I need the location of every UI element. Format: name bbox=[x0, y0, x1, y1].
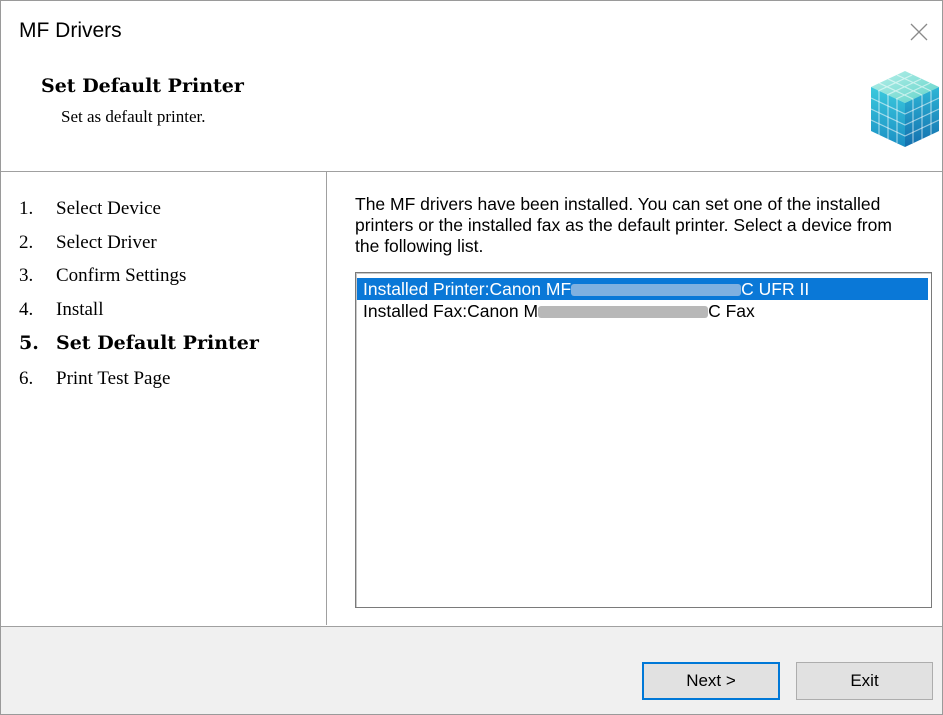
device-item-printer[interactable]: Installed Printer:Canon MF C UFR II bbox=[357, 278, 928, 300]
device-list[interactable]: Installed Printer:Canon MF C UFR II Insta… bbox=[355, 272, 932, 608]
title-bar: MF Drivers bbox=[1, 1, 942, 55]
step-number: 1. bbox=[19, 198, 34, 219]
step-number: 6. bbox=[19, 368, 34, 389]
step-select-device: 1. Select Device bbox=[19, 198, 161, 220]
step-label: Select Driver bbox=[56, 232, 157, 253]
redacted-model bbox=[571, 284, 742, 297]
next-button[interactable]: Next > bbox=[642, 662, 780, 700]
device-name-prefix: Installed Fax:Canon M bbox=[363, 301, 539, 321]
step-set-default-printer: 5. Set Default Printer bbox=[19, 332, 259, 354]
step-label: Select Device bbox=[56, 198, 161, 219]
installer-window: MF Drivers Set Default Printer Set as de… bbox=[0, 0, 943, 715]
step-confirm-settings: 3. Confirm Settings bbox=[19, 265, 186, 287]
step-select-driver: 2. Select Driver bbox=[19, 232, 157, 254]
window-title: MF Drivers bbox=[19, 19, 122, 42]
device-name-suffix: C UFR II bbox=[741, 279, 810, 299]
device-name-prefix: Installed Printer:Canon MF bbox=[363, 279, 572, 299]
redacted-model bbox=[538, 306, 709, 319]
close-icon bbox=[910, 23, 928, 41]
button-bar: Next > Exit bbox=[1, 626, 942, 714]
wizard-header: Set Default Printer Set as default print… bbox=[1, 55, 942, 172]
close-button[interactable] bbox=[902, 15, 936, 49]
step-print-test-page: 6. Print Test Page bbox=[19, 368, 170, 390]
step-label: Confirm Settings bbox=[56, 265, 187, 286]
step-label: Print Test Page bbox=[56, 368, 171, 389]
step-number: 2. bbox=[19, 232, 34, 253]
step-number: 4. bbox=[19, 299, 34, 320]
step-label: Set Default Printer bbox=[56, 332, 259, 354]
header-title: Set Default Printer bbox=[41, 75, 244, 97]
steps-panel: 1. Select Device 2. Select Driver 3. Confir… bbox=[1, 172, 327, 625]
step-label: Install bbox=[56, 299, 104, 320]
content-panel: The MF drivers have been installed. You … bbox=[327, 172, 942, 625]
canon-cube-logo-icon bbox=[870, 71, 940, 147]
step-number: 3. bbox=[19, 265, 34, 286]
step-install: 4. Install bbox=[19, 299, 104, 321]
device-item-fax[interactable]: Installed Fax:Canon M C Fax bbox=[357, 300, 755, 322]
header-subtitle: Set as default printer. bbox=[61, 107, 206, 126]
step-number: 5. bbox=[19, 332, 39, 354]
device-name-suffix: C Fax bbox=[708, 301, 755, 321]
exit-button[interactable]: Exit bbox=[796, 662, 933, 700]
instructions-text: The MF drivers have been installed. You … bbox=[355, 194, 892, 256]
